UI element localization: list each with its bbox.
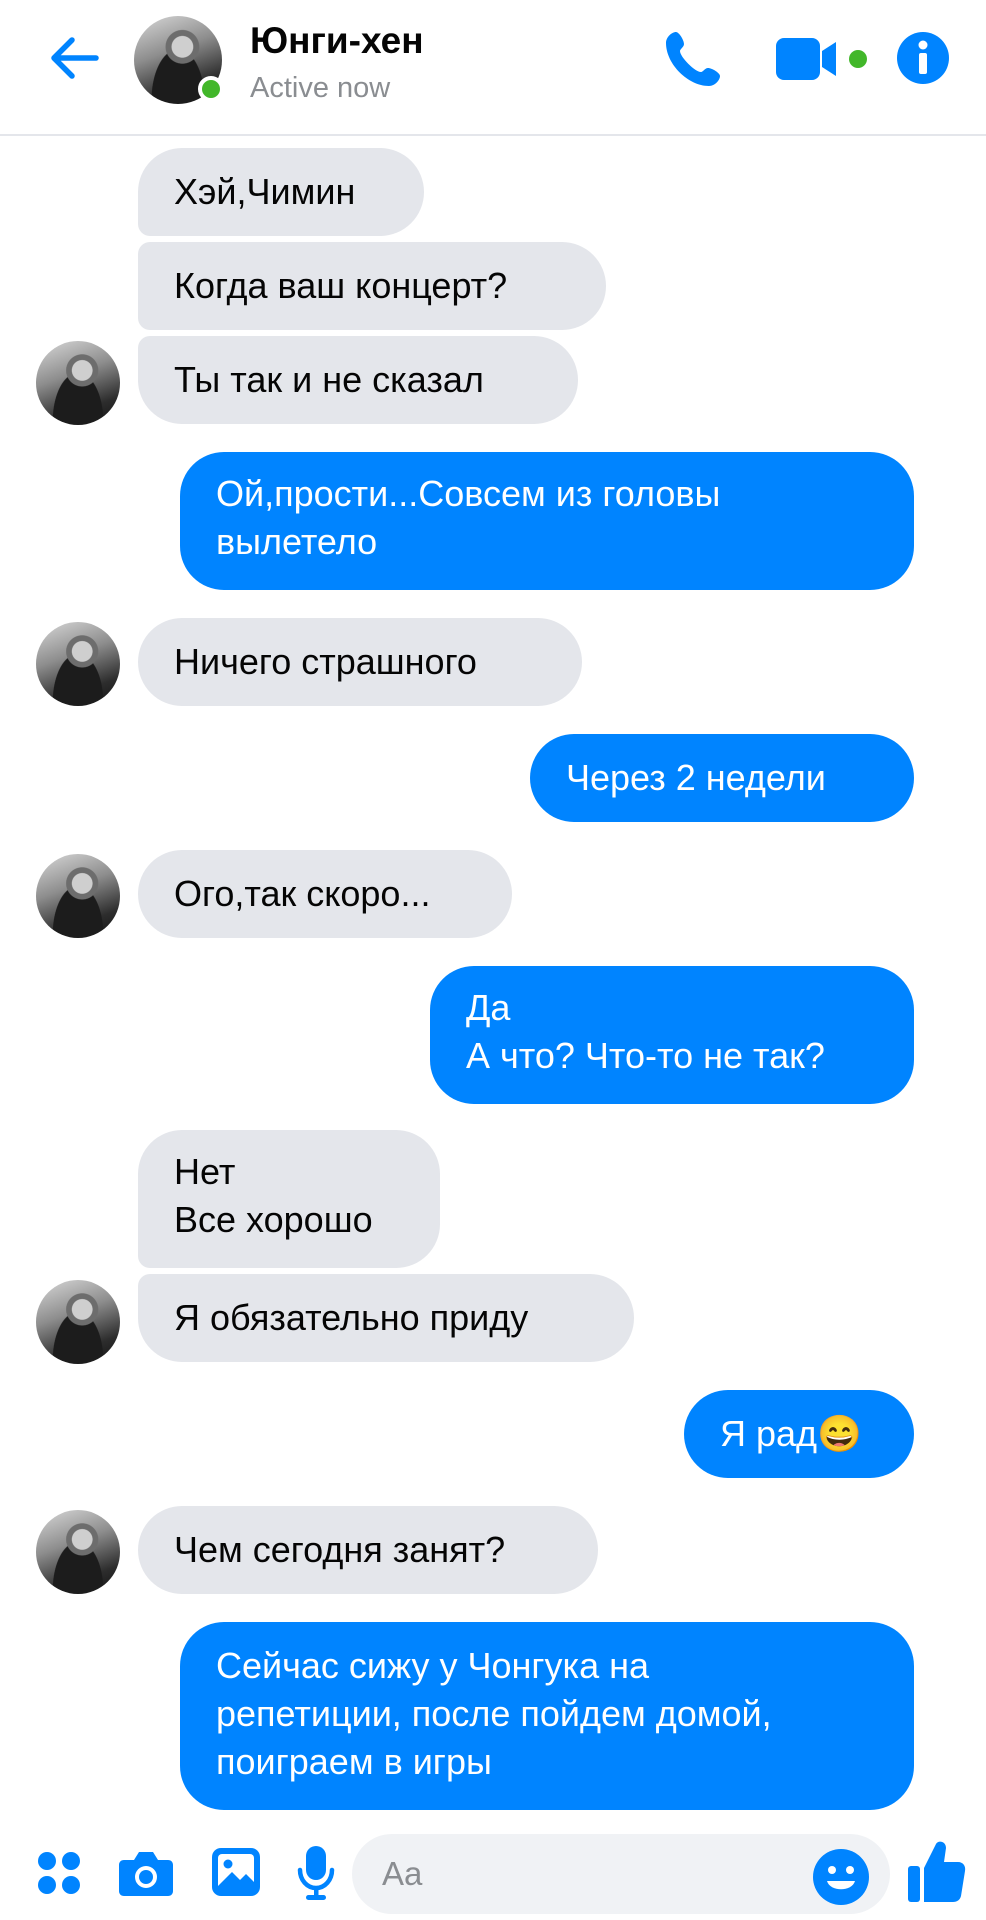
sender-avatar[interactable] [36, 1280, 120, 1364]
camera-icon[interactable] [118, 1848, 174, 1898]
message-bubble-incoming[interactable]: Ого,так скоро... [138, 850, 512, 938]
sender-avatar[interactable] [36, 622, 120, 706]
emoji-icon[interactable] [812, 1848, 870, 1906]
composer-bar [0, 1820, 986, 1920]
message-bubble-incoming[interactable]: Ты так и не сказал [138, 336, 578, 424]
message-input[interactable] [352, 1834, 890, 1914]
sender-avatar[interactable] [36, 1510, 120, 1594]
message-bubble-incoming[interactable]: Хэй,Чимин [138, 148, 424, 236]
contact-name[interactable]: Юнги-хен [250, 20, 424, 62]
message-bubble-incoming[interactable]: Нет Все хорошо [138, 1130, 440, 1268]
message-bubble-incoming[interactable]: Когда ваш концерт? [138, 242, 606, 330]
info-icon[interactable] [895, 30, 951, 86]
message-bubble-incoming[interactable]: Я обязательно приду [138, 1274, 634, 1362]
online-indicator [198, 76, 224, 102]
phone-icon[interactable] [662, 28, 722, 90]
sender-avatar[interactable] [36, 854, 120, 938]
message-bubble-outgoing[interactable]: Сейчас сижу у Чонгука на репетиции, посл… [180, 1622, 914, 1810]
apps-grid-icon[interactable] [36, 1850, 82, 1896]
message-bubble-outgoing[interactable]: Ой,прости...Совсем из головы вылетело [180, 452, 914, 590]
gallery-icon[interactable] [210, 1846, 262, 1898]
message-bubble-outgoing[interactable]: Я рад😄 [684, 1390, 914, 1478]
message-bubble-outgoing[interactable]: Да А что? Что-то не так? [430, 966, 914, 1104]
contact-status: Active now [250, 72, 391, 104]
message-bubble-outgoing[interactable]: Через 2 недели [530, 734, 914, 822]
video-camera-icon[interactable] [774, 34, 870, 84]
chat-header: Юнги-хен Active now [0, 0, 986, 136]
sender-avatar[interactable] [36, 341, 120, 425]
contact-avatar[interactable] [134, 16, 224, 104]
message-bubble-incoming[interactable]: Ничего страшного [138, 618, 582, 706]
message-bubble-incoming[interactable]: Чем сегодня занят? [138, 1506, 598, 1594]
back-arrow-icon[interactable] [46, 30, 102, 86]
thumbs-up-icon[interactable] [906, 1838, 966, 1904]
microphone-icon[interactable] [296, 1844, 336, 1902]
